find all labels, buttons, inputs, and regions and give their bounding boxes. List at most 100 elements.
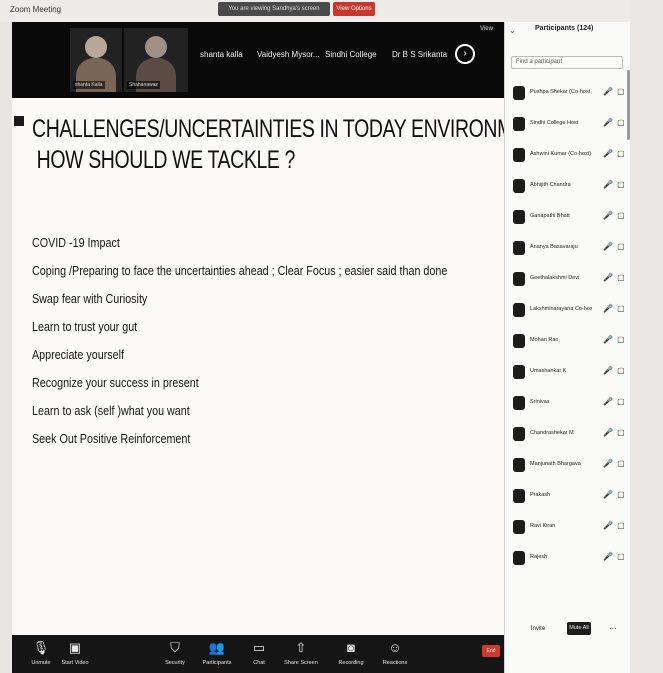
participants-panel: ⌄ Participants (124) Find a participant … xyxy=(504,22,630,673)
mic-status-icon: 🎤 ▢ xyxy=(603,180,626,189)
mic-status-icon: 🎤 ▢ xyxy=(603,459,626,468)
slide-title-line: CHALLENGES/UNCERTAINTIES IN TODAY ENVIRO… xyxy=(32,115,504,143)
avatar xyxy=(513,551,525,565)
avatar xyxy=(513,303,525,317)
invite-button[interactable]: Invite xyxy=(527,624,549,635)
mic-status-icon: 🎤 ▢ xyxy=(603,397,626,406)
avatar xyxy=(513,272,525,286)
title-bar: Zoom Meeting You are viewing Sandhya's s… xyxy=(0,0,663,22)
meeting-window: shanta Kalla Shahanawaz shanta kalla Vai… xyxy=(12,22,504,673)
bullet-item: Learn to ask (self )what you want xyxy=(32,404,190,418)
mic-status-icon: 🎤 ▢ xyxy=(603,149,626,158)
participant-name-tile[interactable]: shanta kalla xyxy=(200,50,243,59)
avatar xyxy=(513,458,525,472)
mic-status-icon: 🎤 ▢ xyxy=(603,273,626,282)
avatar xyxy=(85,36,107,58)
avatar xyxy=(513,396,525,410)
app-title: Zoom Meeting xyxy=(10,5,62,14)
participant-name-tile[interactable]: Dr B S Srikanta xyxy=(392,50,447,59)
more-options-icon[interactable]: … xyxy=(609,622,617,631)
mic-status-icon: 🎤 ▢ xyxy=(603,366,626,375)
avatar xyxy=(513,117,525,131)
panel-header: ⌄ Participants (124) xyxy=(505,22,631,40)
avatar xyxy=(513,365,525,379)
avatar xyxy=(145,36,167,58)
mic-status-icon: 🎤 ▢ xyxy=(603,335,626,344)
participant-row[interactable]: Ganapathi Bhatt 🎤 ▢ xyxy=(505,202,631,233)
shared-slide: CHALLENGES/UNCERTAINTIES IN TODAY ENVIRO… xyxy=(12,98,504,635)
participant-row[interactable]: Lakshminarayana Co-host 🎤 ▢ xyxy=(505,295,631,326)
mic-status-icon: 🎤 ▢ xyxy=(603,521,626,530)
start-video-button[interactable]: ▣ Start Video xyxy=(54,639,96,666)
participant-row[interactable]: Pushpa Shekar (Co-host, me)🎤 ▢ xyxy=(505,78,631,109)
page-margin xyxy=(630,0,663,673)
participant-row[interactable]: Umashankar K 🎤 ▢ xyxy=(505,357,631,388)
participant-row[interactable]: Mohan Rao 🎤 ▢ xyxy=(505,326,631,357)
end-meeting-button[interactable]: End xyxy=(482,645,500,657)
participant-row[interactable]: Manjunath Bhargava 🎤 ▢ xyxy=(505,450,631,481)
bullet-item: Swap fear with Curiosity xyxy=(32,292,148,306)
participant-row[interactable]: Rajesh 🎤 ▢ xyxy=(505,543,631,574)
bullet-item: COVID -19 Impact xyxy=(32,236,120,250)
mic-status-icon: 🎤 ▢ xyxy=(603,118,626,127)
avatar xyxy=(513,179,525,193)
bullet-item: Recognize your success in present xyxy=(32,376,199,390)
slide-title-line: HOW SHOULD WE TACKLE ? xyxy=(36,146,296,174)
slide-bullets: COVID -19 Impact Coping /Preparing to fa… xyxy=(32,233,504,457)
mic-status-icon: 🎤 ▢ xyxy=(603,211,626,220)
share-banner: You are viewing Sandhya's screen xyxy=(218,2,330,16)
participant-row[interactable]: Geethalakshmi Devi 🎤 ▢ xyxy=(505,264,631,295)
bullet-item: Coping /Preparing to face the uncertaint… xyxy=(32,264,448,278)
avatar xyxy=(513,334,525,348)
mute-all-button[interactable]: Mute All xyxy=(567,622,591,635)
video-strip: shanta Kalla Shahanawaz shanta kalla Vai… xyxy=(12,22,504,98)
mic-status-icon: 🎤 ▢ xyxy=(603,87,626,96)
video-tile-label: Shahanawaz xyxy=(127,81,160,89)
video-tile[interactable]: Shahanawaz xyxy=(124,28,188,92)
video-tile-label: shanta Kalla xyxy=(73,81,105,89)
participant-row[interactable]: Abhijith Chandra 🎤 ▢ xyxy=(505,171,631,202)
participant-search-input[interactable]: Find a participant xyxy=(511,56,623,69)
share-screen-icon: ⇧ xyxy=(295,640,307,655)
reactions-icon: ☺ xyxy=(388,640,402,655)
mic-status-icon: 🎤 ▢ xyxy=(603,490,626,499)
participants-button[interactable]: 👥 Participants xyxy=(196,639,238,666)
participant-row[interactable]: Srinivas 🎤 ▢ xyxy=(505,388,631,419)
view-options-button[interactable]: View Options xyxy=(333,2,375,16)
chat-button[interactable]: ▭ Chat xyxy=(238,639,280,666)
participant-list: Pushpa Shekar (Co-host, me)🎤 ▢ Sindhi Co… xyxy=(505,78,631,574)
security-button[interactable]: ⛉ Security xyxy=(154,639,196,666)
shield-icon: ⛉ xyxy=(170,640,180,655)
mic-status-icon: 🎤 ▢ xyxy=(603,552,626,561)
panel-footer: Invite Mute All … xyxy=(505,616,631,646)
view-button[interactable]: View xyxy=(480,26,493,32)
participant-row[interactable]: Ravi Kiran 🎤 ▢ xyxy=(505,512,631,543)
chevron-right-icon[interactable]: › xyxy=(455,44,475,64)
participant-row[interactable]: Prakash 🎤 ▢ xyxy=(505,481,631,512)
mic-status-icon: 🎤 ▢ xyxy=(603,304,626,313)
participant-row[interactable]: Ashwini Kumar (Co-host) 🎤 ▢ xyxy=(505,140,631,171)
meeting-toolbar: 🎙 Unmute ▣ Start Video ⛉ Security 👥 Part… xyxy=(12,635,504,673)
record-button[interactable]: ◙ Recording xyxy=(330,639,372,666)
avatar xyxy=(513,210,525,224)
avatar xyxy=(513,241,525,255)
chat-icon: ▭ xyxy=(252,640,266,655)
participant-name-tile[interactable]: Sindhi College xyxy=(325,50,377,59)
avatar xyxy=(513,489,525,503)
reactions-button[interactable]: ☺ Reactions xyxy=(374,639,416,666)
participant-row[interactable]: Sindhi College Host 🎤 ▢ xyxy=(505,109,631,140)
slide-title: CHALLENGES/UNCERTAINTIES IN TODAY ENVIRO… xyxy=(32,114,504,176)
bullet-item: Appreciate yourself xyxy=(32,348,125,362)
participant-row[interactable]: Ananya Basavaraju 🎤 ▢ xyxy=(505,233,631,264)
participant-name-tile[interactable]: Vaidyesh Mysor... xyxy=(257,50,320,59)
video-camera-icon: ▣ xyxy=(68,640,82,655)
participant-row[interactable]: Chandrashekar M 🎤 ▢ xyxy=(505,419,631,450)
share-indicator-icon xyxy=(14,116,24,126)
mic-status-icon: 🎤 ▢ xyxy=(603,428,626,437)
share-screen-button[interactable]: ⇧ Share Screen xyxy=(280,639,322,666)
chevron-down-icon[interactable]: ⌄ xyxy=(509,26,516,35)
panel-title: Participants (124) xyxy=(535,25,594,32)
record-icon: ◙ xyxy=(347,640,355,655)
avatar xyxy=(513,86,525,100)
video-tile[interactable]: shanta Kalla xyxy=(70,28,122,92)
